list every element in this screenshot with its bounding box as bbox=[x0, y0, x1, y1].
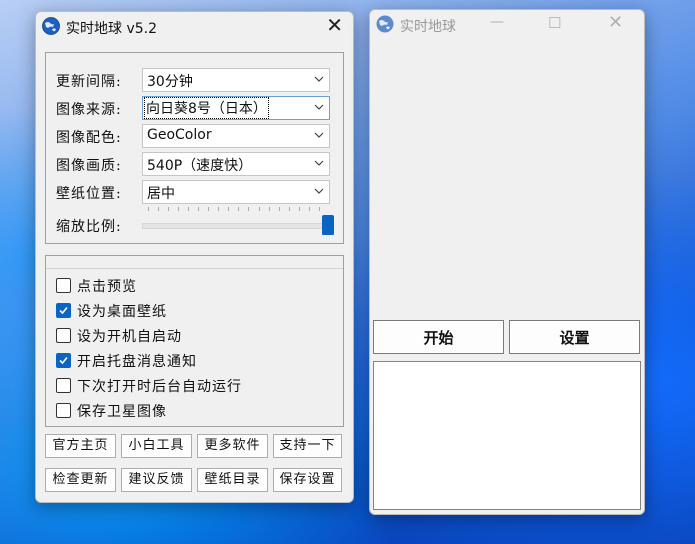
wallpaper-position-label: 壁纸位置: bbox=[56, 186, 122, 202]
color-scheme-value: GeoColor bbox=[147, 127, 212, 143]
settings-window: 实时地球 v5.2 ✕ 更新间隔: 30分钟 图像来源: 向日葵8号（日本） 图… bbox=[35, 11, 354, 503]
option-label: 下次打开时后台自动运行 bbox=[77, 379, 242, 395]
minimize-icon[interactable]: — bbox=[490, 14, 504, 30]
maximize-icon[interactable]: ☐ bbox=[548, 14, 561, 32]
close-icon[interactable]: ✕ bbox=[608, 12, 623, 33]
more-software-button[interactable]: 更多软件 bbox=[197, 434, 268, 458]
update-interval-select[interactable]: 30分钟 bbox=[142, 68, 330, 92]
update-interval-label: 更新间隔: bbox=[56, 74, 122, 90]
options-group: 点击预览 设为桌面壁纸 设为开机自启动 开启托盘消息通知 下次打开时后台自动运行… bbox=[45, 255, 344, 427]
tools-button[interactable]: 小白工具 bbox=[121, 434, 192, 458]
globe-icon bbox=[42, 17, 60, 35]
image-quality-row: 图像画质: 540P（速度快） bbox=[56, 152, 336, 176]
support-button[interactable]: 支持一下 bbox=[273, 434, 342, 458]
log-output-area[interactable] bbox=[373, 361, 641, 510]
official-site-button[interactable]: 官方主页 bbox=[45, 434, 116, 458]
wallpaper-position-value: 居中 bbox=[147, 186, 175, 202]
checkbox-checked[interactable] bbox=[56, 303, 71, 318]
zoom-row: 缩放比例: bbox=[56, 207, 336, 237]
option-label: 点击预览 bbox=[77, 279, 137, 295]
option-label: 设为开机自启动 bbox=[77, 329, 182, 345]
update-interval-value: 30分钟 bbox=[147, 74, 193, 90]
divider bbox=[46, 268, 343, 269]
zoom-slider-thumb[interactable] bbox=[322, 215, 334, 235]
preview-area bbox=[370, 38, 644, 316]
wallpaper-position-row: 壁纸位置: 居中 bbox=[56, 180, 336, 204]
option-label: 保存卫星图像 bbox=[77, 404, 167, 420]
check-update-button[interactable]: 检查更新 bbox=[45, 468, 116, 492]
checkbox[interactable] bbox=[56, 378, 71, 393]
zoom-slider-track[interactable] bbox=[142, 223, 330, 229]
zoom-label: 缩放比例: bbox=[56, 219, 122, 235]
save-settings-button[interactable]: 保存设置 bbox=[273, 468, 342, 492]
main-window: 实时地球 — ☐ ✕ 开始 设置 bbox=[369, 9, 645, 515]
close-icon[interactable]: ✕ bbox=[326, 14, 343, 36]
checkbox[interactable] bbox=[56, 278, 71, 293]
image-quality-value: 540P（速度快） bbox=[147, 158, 253, 174]
window-title: 实时地球 v5.2 bbox=[66, 21, 157, 37]
image-quality-label: 图像画质: bbox=[56, 158, 122, 174]
checkbox[interactable] bbox=[56, 328, 71, 343]
chevron-down-icon bbox=[314, 104, 324, 110]
wallpaper-folder-button[interactable]: 壁纸目录 bbox=[197, 468, 268, 492]
image-source-row: 图像来源: 向日葵8号（日本） bbox=[56, 96, 336, 120]
start-button[interactable]: 开始 bbox=[373, 320, 504, 354]
checkbox[interactable] bbox=[56, 403, 71, 418]
checkmark-icon bbox=[59, 356, 68, 365]
chevron-down-icon bbox=[314, 132, 324, 138]
chevron-down-icon bbox=[314, 76, 324, 82]
globe-icon bbox=[376, 15, 394, 33]
checkbox-checked[interactable] bbox=[56, 353, 71, 368]
image-source-value: 向日葵8号（日本） bbox=[144, 97, 269, 119]
image-source-label: 图像来源: bbox=[56, 102, 122, 118]
color-scheme-select[interactable]: GeoColor bbox=[142, 124, 330, 148]
feedback-button[interactable]: 建议反馈 bbox=[121, 468, 192, 492]
title-bar[interactable]: 实时地球 — ☐ ✕ bbox=[370, 10, 644, 38]
image-quality-select[interactable]: 540P（速度快） bbox=[142, 152, 330, 176]
chevron-down-icon bbox=[314, 160, 324, 166]
wallpaper-position-select[interactable]: 居中 bbox=[142, 180, 330, 204]
color-scheme-row: 图像配色: GeoColor bbox=[56, 124, 336, 148]
option-label: 开启托盘消息通知 bbox=[77, 354, 197, 370]
option-label: 设为桌面壁纸 bbox=[77, 304, 167, 320]
color-scheme-label: 图像配色: bbox=[56, 130, 122, 146]
checkmark-icon bbox=[59, 306, 68, 315]
chevron-down-icon bbox=[314, 188, 324, 194]
slider-ticks bbox=[148, 207, 320, 211]
settings-button[interactable]: 设置 bbox=[509, 320, 640, 354]
settings-group: 更新间隔: 30分钟 图像来源: 向日葵8号（日本） 图像配色: GeoColo… bbox=[45, 52, 344, 244]
title-bar[interactable]: 实时地球 v5.2 ✕ bbox=[36, 12, 353, 40]
window-title: 实时地球 bbox=[400, 19, 456, 35]
image-source-select[interactable]: 向日葵8号（日本） bbox=[142, 96, 330, 120]
update-interval-row: 更新间隔: 30分钟 bbox=[56, 68, 336, 92]
